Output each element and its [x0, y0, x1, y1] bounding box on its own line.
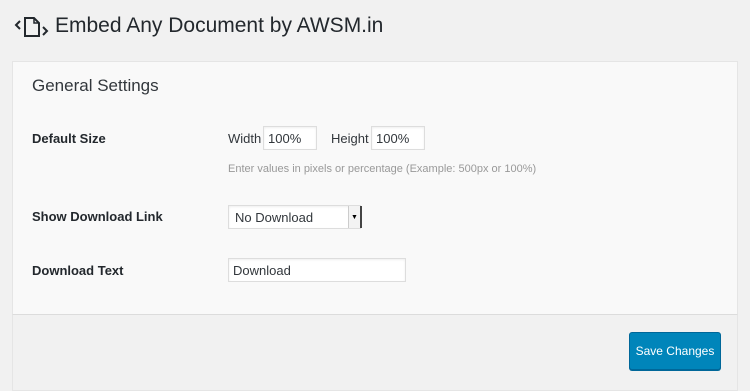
width-input[interactable]: [263, 126, 317, 150]
document-embed-icon: [14, 12, 50, 40]
download-text-input[interactable]: [228, 258, 406, 282]
height-input[interactable]: [371, 126, 425, 150]
default-size-label: Default Size: [32, 131, 106, 146]
download-text-label: Download Text: [32, 263, 124, 278]
height-label: Height: [331, 131, 369, 146]
select-arrow-icon[interactable]: ▼: [348, 206, 362, 228]
show-download-link-label: Show Download Link: [32, 209, 163, 224]
page-header: Embed Any Document by AWSM.in: [14, 9, 383, 43]
section-title: General Settings: [32, 76, 159, 95]
size-help-text: Enter values in pixels or percentage (Ex…: [228, 163, 537, 175]
panel-footer: Save Changes: [12, 314, 738, 391]
download-link-selected-value: No Download: [235, 209, 314, 225]
download-link-select[interactable]: No Download ▼: [228, 205, 362, 229]
width-label: Width: [228, 131, 262, 146]
settings-panel: General Settings Default Size Width Heig…: [12, 61, 738, 315]
page-title: Embed Any Document by AWSM.in: [55, 14, 384, 37]
save-changes-button[interactable]: Save Changes: [629, 332, 721, 370]
